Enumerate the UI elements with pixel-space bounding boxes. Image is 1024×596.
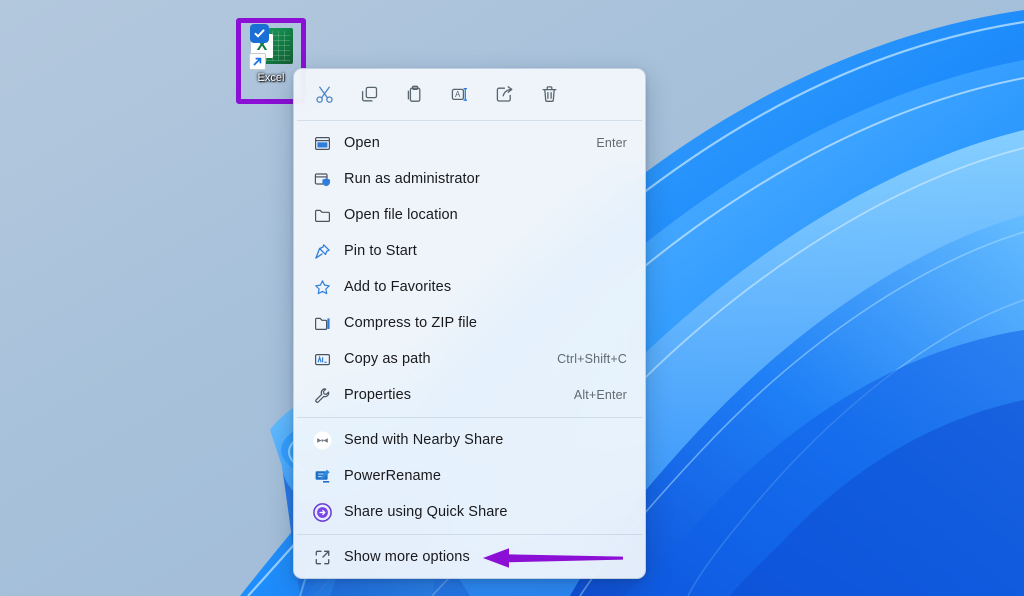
- menu-item-label: Pin to Start: [344, 243, 417, 259]
- cut-button[interactable]: [302, 76, 347, 114]
- context-menu-group-2: Send with Nearby Share PowerRename Share…: [294, 418, 645, 534]
- share-button[interactable]: [482, 76, 527, 114]
- open-window-icon: [313, 134, 332, 153]
- menu-item-accel: Alt+Enter: [573, 388, 627, 402]
- quick-share-icon: [313, 502, 332, 522]
- wrench-icon: [313, 386, 332, 405]
- copy-button[interactable]: [347, 76, 392, 114]
- menu-item-label: Show more options: [344, 549, 470, 565]
- menu-item-label: Add to Favorites: [344, 279, 452, 295]
- menu-item-label: Copy as path: [344, 351, 431, 367]
- zip-folder-icon: [313, 314, 332, 333]
- menu-item-add-to-favorites[interactable]: Add to Favorites: [297, 269, 642, 305]
- pin-icon: [313, 242, 332, 261]
- context-menu-group-1: Open Enter Run as administrator Open fil…: [294, 121, 645, 417]
- context-menu: A Open Enter Run as administrator Open f…: [293, 68, 646, 579]
- menu-item-label: Open file location: [344, 207, 458, 223]
- menu-item-open-file-location[interactable]: Open file location: [297, 197, 642, 233]
- menu-item-label: Share using Quick Share: [344, 504, 508, 520]
- menu-item-label: PowerRename: [344, 468, 442, 484]
- menu-item-label: Send with Nearby Share: [344, 432, 504, 448]
- menu-item-compress-to-zip-file[interactable]: Compress to ZIP file: [297, 305, 642, 341]
- menu-item-powerrename[interactable]: PowerRename: [297, 458, 642, 494]
- context-menu-toolbar: A: [294, 69, 645, 120]
- nearby-share-icon: [313, 431, 332, 450]
- svg-text:A: A: [455, 90, 461, 99]
- menu-item-label: Properties: [344, 387, 412, 403]
- menu-item-copy-as-path[interactable]: Copy as path Ctrl+Shift+C: [297, 341, 642, 377]
- purple-pointer-arrow: [483, 548, 623, 568]
- shield-window-icon: [313, 170, 332, 189]
- menu-item-properties[interactable]: Properties Alt+Enter: [297, 377, 642, 413]
- menu-item-label: Compress to ZIP file: [344, 315, 478, 331]
- menu-item-send-with-nearby-share[interactable]: Send with Nearby Share: [297, 422, 642, 458]
- menu-item-pin-to-start[interactable]: Pin to Start: [297, 233, 642, 269]
- menu-item-label: Open: [344, 135, 380, 151]
- rename-button[interactable]: A: [437, 76, 482, 114]
- delete-button[interactable]: [527, 76, 572, 114]
- folder-icon: [313, 206, 332, 225]
- copy-path-icon: [313, 350, 332, 369]
- menu-item-accel: Ctrl+Shift+C: [557, 352, 627, 366]
- menu-item-accel: Enter: [596, 136, 627, 150]
- menu-item-open[interactable]: Open Enter: [297, 125, 642, 161]
- star-icon: [313, 278, 332, 297]
- menu-item-run-as-administrator[interactable]: Run as administrator: [297, 161, 642, 197]
- menu-item-label: Run as administrator: [344, 171, 480, 187]
- show-more-options-icon: [313, 548, 332, 567]
- paste-button[interactable]: [392, 76, 437, 114]
- powerrename-icon: [313, 467, 332, 486]
- menu-item-share-using-quick-share[interactable]: Share using Quick Share: [297, 494, 642, 530]
